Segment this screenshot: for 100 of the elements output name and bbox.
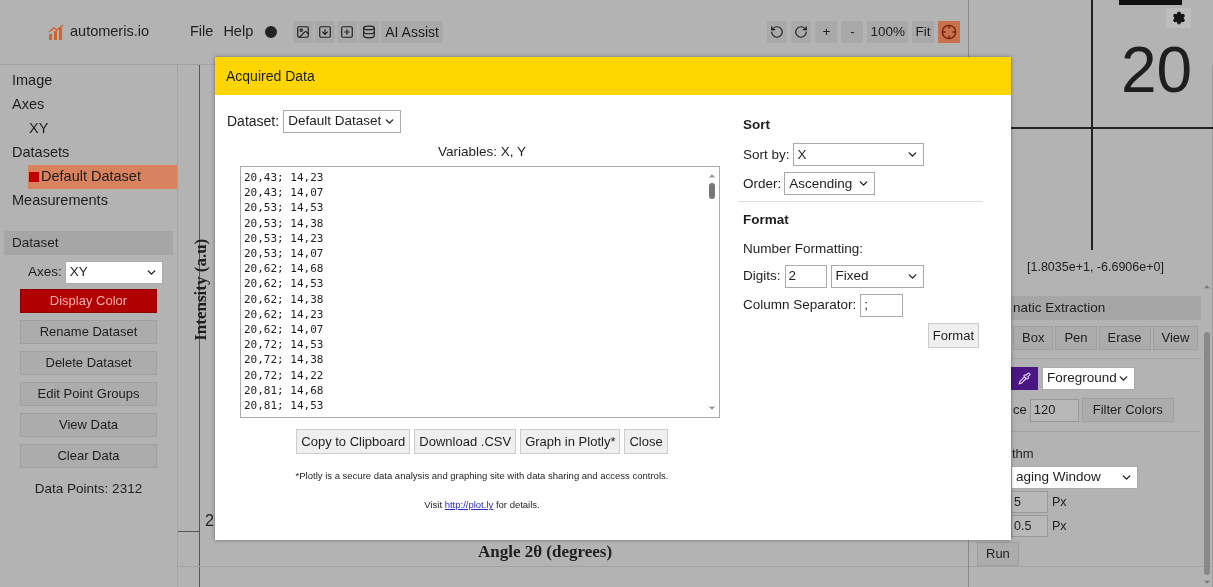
scroll-thumb[interactable] [709,183,715,199]
data-line: 20,62; 14,23 [244,306,324,323]
sort-by-select[interactable]: X [792,143,924,167]
axes-label: Axes: [28,263,62,282]
order-select[interactable]: Ascending [784,172,876,196]
panel-header: Dataset [4,231,173,255]
axes-select[interactable]: XY [64,261,163,284]
scroll-down-icon[interactable] [707,403,717,413]
scroll-up-icon[interactable] [707,171,717,181]
digits-label: Digits: [743,267,781,286]
run-button[interactable]: Run [977,541,1019,566]
dialog-button[interactable]: Download .CSV [414,429,517,454]
visit-text: for details. [495,499,540,510]
download-icon[interactable] [315,21,336,43]
tree-item[interactable]: Measurements [12,189,177,213]
section-heading: Format [743,211,790,230]
format-button[interactable]: Format [927,322,979,348]
cursor-coordinates: [1.8035e+1, -6.6906e+0] [1027,260,1164,274]
zoom-button[interactable]: - [841,21,864,43]
number-mode-select[interactable]: Fixed [830,264,924,288]
data-line: 20,53; 14,23 [244,230,324,246]
dataset-button[interactable]: Rename Dataset [20,320,157,344]
eyedropper-button[interactable] [1011,367,1038,390]
eyedropper-icon [1018,372,1031,385]
dataset-button[interactable]: Edit Point Groups [20,382,157,406]
dataset-label: Dataset: [227,112,280,131]
tree-item[interactable]: Default Dataset [28,165,177,189]
gear-icon [1171,11,1186,25]
unit-label: Px [1052,493,1067,511]
mode-select[interactable]: Foreground [1042,367,1135,390]
app-name: automeris.io [70,22,149,42]
dialog-button[interactable]: Copy to Clipboard [296,429,411,454]
data-line: 20,62; 14,53 [244,276,324,292]
tree-item[interactable]: Datasets [12,141,177,165]
data-line: 20,53; 14,38 [244,215,324,231]
dialog-title: Acquired Data [226,66,315,86]
dataset-button[interactable]: View Data [20,413,157,437]
axis-tick-label: 2 [205,511,214,531]
distance-field[interactable]: 120 [1029,398,1079,422]
crosshair-button[interactable] [938,21,960,43]
zoom-button[interactable]: Fit [912,21,934,43]
tree-item[interactable]: Image [12,69,177,93]
plotly-footnote: *Plotly is a secure data analysis and graphing site with data sharing and access controls. [295,470,669,481]
variables-label: Variables: X, Y [437,144,526,159]
sort-by-label: Sort by: [743,145,790,164]
data-line: 20,53; 14,07 [244,246,324,262]
data-points-count: Data Points: 2312 [34,481,143,496]
data-line: 20,72; 14,22 [244,367,324,383]
data-line: 20,43; 14,23 [244,170,324,186]
tool-button[interactable]: Erase [1098,326,1151,350]
column-separator-label: Column Separator: [743,296,857,315]
data-line: 20,43; 14,07 [244,185,324,201]
section-heading: Sort [743,116,771,134]
x-axis-label: Angle 2θ (degrees) [478,542,613,562]
data-line: 20,81; 14,68 [244,382,324,399]
visit-text: Visit [424,499,443,510]
separator-field[interactable]: ; [860,293,904,317]
number-formatting-label: Number Formatting: [743,239,865,258]
parameter-field[interactable]: 5 [1011,491,1048,513]
rotate-right-icon[interactable] [791,21,812,43]
menu-item[interactable]: Help [223,21,254,43]
database-icon[interactable] [359,21,380,43]
parameter-field[interactable]: 0.5 [1011,515,1048,537]
dataset-select[interactable]: Default Dataset [283,110,402,133]
unit-label: Px [1052,517,1067,535]
data-line: 20,62; 14,38 [244,291,324,307]
tool-button[interactable]: View [1152,326,1199,350]
zoom-button[interactable]: + [815,21,838,43]
tree-item[interactable]: XY [28,117,177,141]
algorithm-label: thm [1012,446,1034,461]
image-icon[interactable] [293,21,314,43]
data-line: 20,62; 14,68 [244,261,324,277]
dialog-button[interactable]: Graph in Plotly* [520,429,621,454]
tool-button[interactable]: Pen [1055,326,1097,350]
data-line: 20,72; 14,38 [244,352,324,368]
data-line: 20,53; 14,53 [244,200,324,216]
plotly-link[interactable]: http://plot.ly [444,499,494,510]
color-button[interactable]: Display Color [20,289,157,313]
dialog-button[interactable]: Close [624,429,668,454]
data-line: 20,62; 14,07 [244,322,324,338]
algorithm-select[interactable]: aging Window [1011,466,1138,489]
distance-label: ce [1013,401,1027,420]
zoom-button[interactable]: 100% [867,21,908,43]
data-line: 20,81; 14,53 [244,398,324,414]
dataset-button[interactable]: Clear Data [20,444,157,468]
logo-icon [48,24,64,40]
order-label: Order: [743,174,782,193]
data-line: 20,72; 14,53 [244,337,324,353]
tree-item[interactable]: Axes [12,93,177,117]
add-icon[interactable] [337,21,358,43]
dataset-button[interactable]: Delete Dataset [20,351,157,375]
digits-field[interactable]: 2 [784,264,827,288]
tool-button[interactable]: Box [1013,326,1054,350]
settings-button[interactable] [1166,8,1191,28]
y-axis-label: Intensity (a.u) [190,237,212,343]
rotate-left-icon[interactable] [767,21,788,43]
scroll-thumb[interactable] [1204,332,1210,575]
filter-colors-button[interactable]: Filter Colors [1081,398,1174,422]
ai-assist-button[interactable]: AI Assist [381,21,443,43]
menu-item[interactable]: File [190,21,214,43]
